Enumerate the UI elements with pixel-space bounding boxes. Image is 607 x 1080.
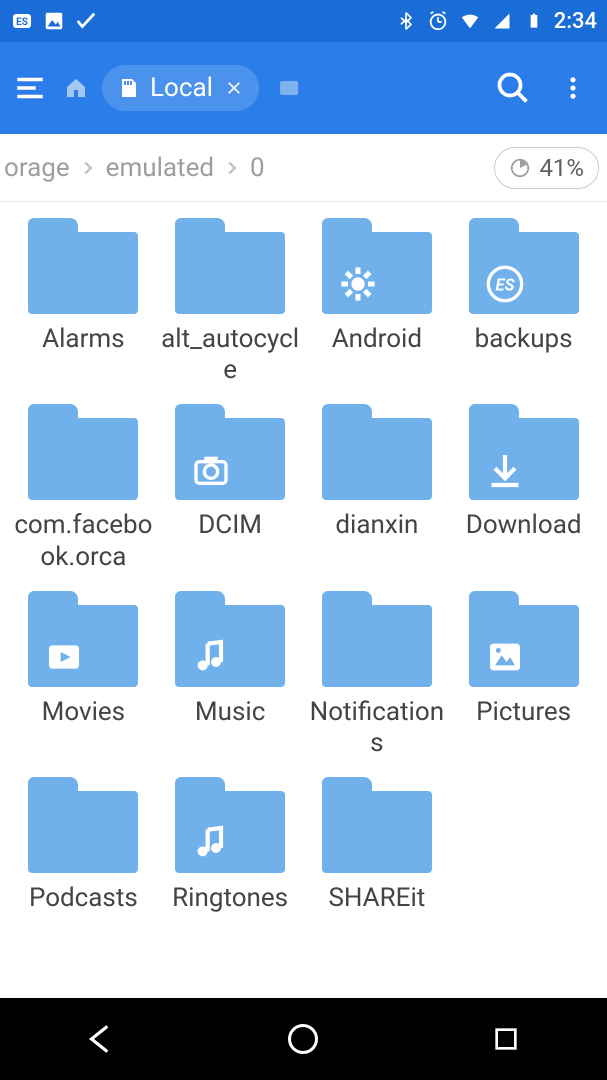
more-button[interactable] (549, 64, 597, 112)
status-bar: ES 2:34 (0, 0, 607, 42)
es-icon: ES (481, 260, 529, 308)
folder-icon (175, 591, 285, 687)
folder-item[interactable]: alt_autocycle (157, 218, 304, 386)
chevron-right-icon (218, 154, 246, 182)
tab-local[interactable]: Local (102, 65, 259, 111)
folder-icon (175, 404, 285, 500)
pie-icon (509, 157, 531, 179)
back-button[interactable] (71, 1009, 131, 1069)
wifi-icon (458, 9, 482, 33)
folder-item[interactable]: DCIM (157, 404, 304, 572)
folder-icon (322, 777, 432, 873)
recent-button[interactable] (476, 1009, 536, 1069)
home-button[interactable] (62, 74, 90, 102)
new-tab-button[interactable] (275, 74, 303, 102)
folder-icon (322, 404, 432, 500)
check-notif-icon (74, 9, 98, 33)
folder-item[interactable]: dianxin (304, 404, 451, 572)
folder-icon (28, 404, 138, 500)
play-icon (40, 633, 88, 681)
folder-label: Android (332, 324, 422, 355)
folder-label: com.facebook.orca (13, 510, 153, 572)
folder-label: Podcasts (29, 883, 138, 914)
folder-label: alt_autocycle (160, 324, 300, 386)
folder-item[interactable]: ES backups (450, 218, 597, 386)
music-icon (187, 819, 235, 867)
download-icon (481, 446, 529, 494)
folder-label: dianxin (335, 510, 418, 541)
folder-item[interactable]: Music (157, 591, 304, 759)
folder-label: Music (195, 697, 265, 728)
music-icon (187, 633, 235, 681)
bluetooth-icon (394, 9, 418, 33)
toolbar: Local (0, 42, 607, 134)
es-app-icon: ES (10, 9, 34, 33)
svg-text:ES: ES (16, 17, 28, 28)
folder-label: Alarms (42, 324, 124, 355)
folder-icon (322, 218, 432, 314)
tab-label: Local (150, 73, 213, 103)
folder-icon (28, 591, 138, 687)
folder-label: SHAREit (328, 883, 425, 914)
folder-icon: ES (469, 218, 579, 314)
folder-item[interactable]: SHAREit (304, 777, 451, 914)
folder-label: Pictures (476, 697, 571, 728)
folder-item[interactable]: Movies (10, 591, 157, 759)
gear-icon (334, 260, 382, 308)
breadcrumb-item[interactable]: 0 (246, 153, 269, 183)
folder-icon (28, 777, 138, 873)
breadcrumb-item[interactable]: emulated (102, 153, 218, 183)
image-notif-icon (42, 9, 66, 33)
search-button[interactable] (489, 64, 537, 112)
close-tab-button[interactable] (223, 77, 245, 99)
folder-icon (469, 404, 579, 500)
folder-item[interactable]: Android (304, 218, 451, 386)
alarm-icon (426, 9, 450, 33)
folder-item[interactable]: Podcasts (10, 777, 157, 914)
folder-label: Movies (42, 697, 125, 728)
menu-button[interactable] (10, 68, 50, 108)
folder-label: Ringtones (172, 883, 288, 914)
folder-item[interactable]: Ringtones (157, 777, 304, 914)
status-right: 2:34 (394, 9, 597, 34)
folder-item[interactable]: Download (450, 404, 597, 572)
folder-icon (175, 777, 285, 873)
folder-grid: Alarms alt_autocycle Android ES backups com.f… (0, 202, 607, 930)
home-nav-button[interactable] (273, 1009, 333, 1069)
folder-label: Notifications (307, 697, 447, 759)
camera-icon (187, 446, 235, 494)
folder-label: backups (475, 324, 573, 355)
folder-item[interactable]: Notifications (304, 591, 451, 759)
folder-icon (322, 591, 432, 687)
signal-icon (490, 9, 514, 33)
breadcrumb: orage emulated 0 41% (0, 134, 607, 202)
breadcrumb-item[interactable]: orage (0, 153, 74, 183)
folder-label: Download (466, 510, 582, 541)
nav-bar (0, 998, 607, 1080)
folder-icon (28, 218, 138, 314)
storage-percent: 41% (539, 154, 584, 182)
battery-icon (522, 9, 546, 33)
folder-item[interactable]: com.facebook.orca (10, 404, 157, 572)
folder-label: DCIM (198, 510, 262, 541)
folder-item[interactable]: Alarms (10, 218, 157, 386)
picture-icon (481, 633, 529, 681)
status-time: 2:34 (554, 9, 597, 34)
status-left: ES (10, 9, 98, 33)
svg-text:ES: ES (495, 277, 515, 296)
folder-icon (175, 218, 285, 314)
chevron-right-icon (74, 154, 102, 182)
sdcard-icon (116, 76, 140, 100)
folder-item[interactable]: Pictures (450, 591, 597, 759)
folder-icon (469, 591, 579, 687)
storage-indicator[interactable]: 41% (494, 147, 599, 189)
